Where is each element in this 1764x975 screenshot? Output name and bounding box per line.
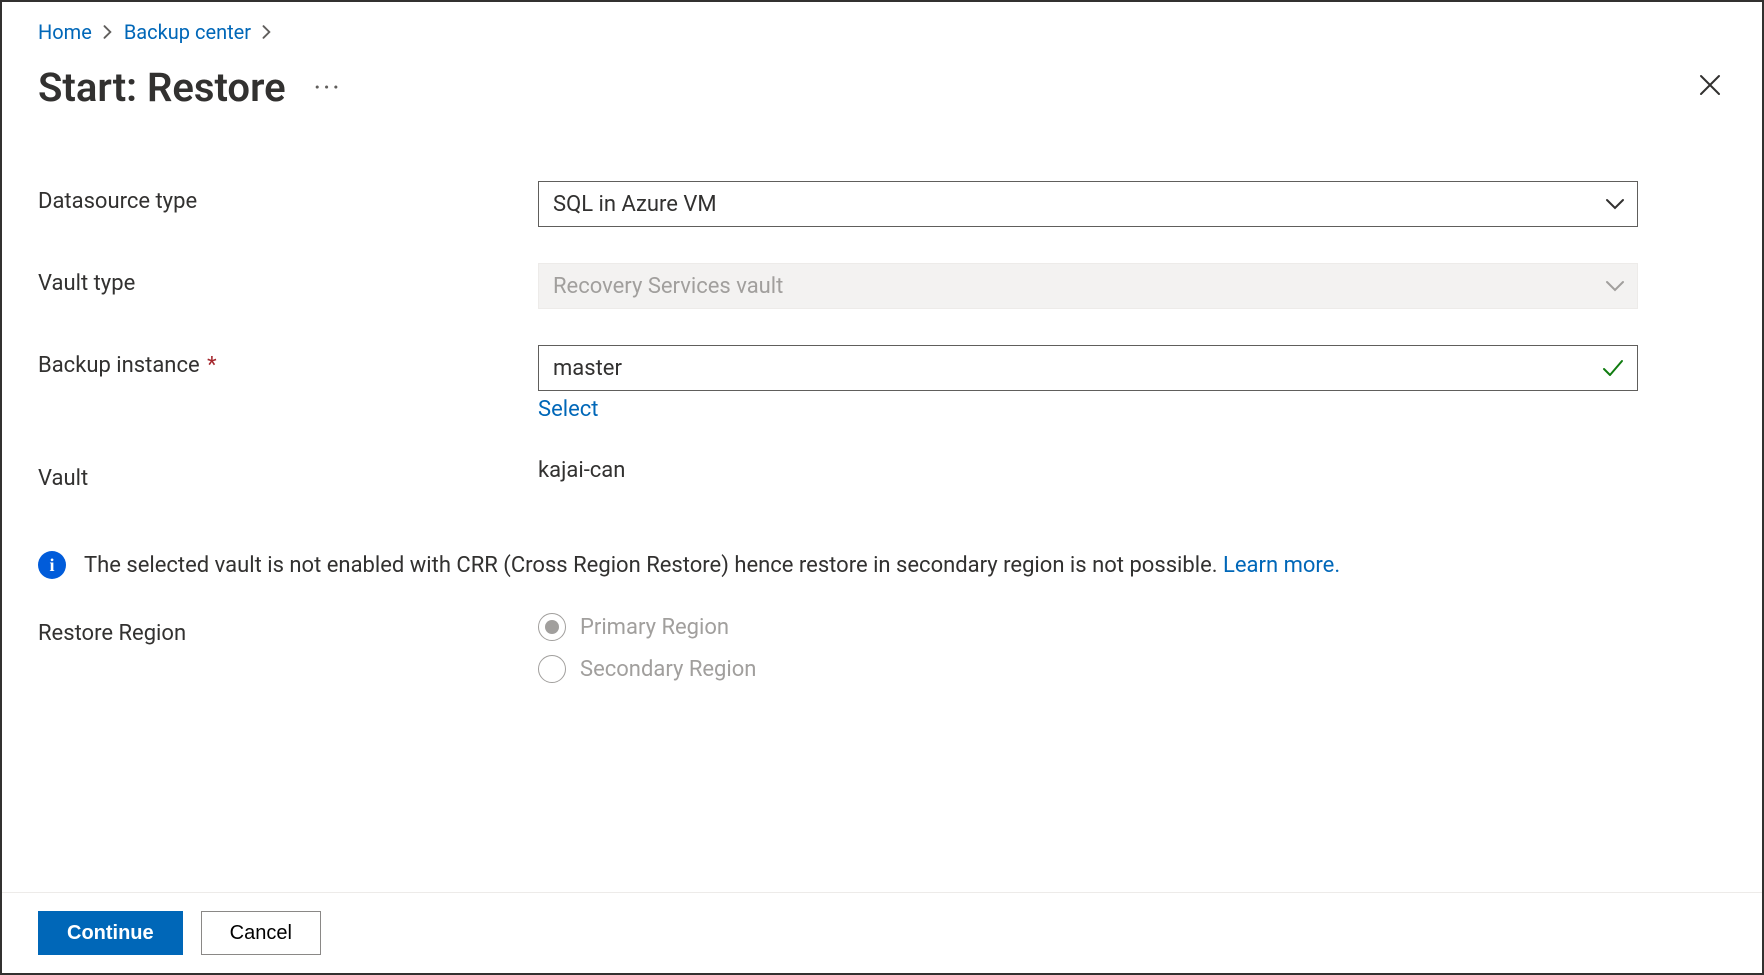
datasource-type-select[interactable]: SQL in Azure VM [538,181,1638,227]
chevron-right-icon [261,25,273,39]
restore-region-radio-group: Primary Region Secondary Region [538,613,1638,683]
datasource-type-label: Datasource type [38,181,538,214]
backup-instance-label: Backup instance [38,353,200,378]
radio-label-primary: Primary Region [580,615,729,640]
backup-instance-value: master [553,356,622,381]
datasource-type-value: SQL in Azure VM [553,192,717,217]
learn-more-link[interactable]: Learn more. [1223,553,1340,578]
chevron-right-icon [102,25,114,39]
backup-instance-input[interactable]: master [538,345,1638,391]
close-icon [1698,73,1722,102]
backup-instance-select-link[interactable]: Select [538,397,1638,422]
info-banner: i The selected vault is not enabled with… [38,551,1726,579]
page-title: Start: Restore [38,64,286,111]
close-button[interactable] [1694,72,1726,104]
info-message: The selected vault is not enabled with C… [84,553,1223,578]
breadcrumb-link-backup-center[interactable]: Backup center [124,20,251,44]
vault-label: Vault [38,458,538,491]
radio-icon [538,655,566,683]
cancel-button[interactable]: Cancel [201,911,321,955]
overflow-menu-button[interactable]: ··· [314,71,342,104]
vault-value: kajai-can [538,458,1638,483]
chevron-down-icon [1605,197,1625,211]
radio-icon [538,613,566,641]
checkmark-icon [1601,356,1625,380]
vault-type-value: Recovery Services vault [553,274,783,299]
restore-region-label: Restore Region [38,613,538,646]
restore-region-radio-secondary: Secondary Region [538,655,1638,683]
chevron-down-icon [1605,279,1625,293]
restore-region-radio-primary: Primary Region [538,613,1638,641]
breadcrumb-link-home[interactable]: Home [38,20,92,44]
required-mark: * [207,353,216,378]
radio-label-secondary: Secondary Region [580,657,756,682]
vault-type-select: Recovery Services vault [538,263,1638,309]
breadcrumb: Home Backup center [38,20,1726,44]
vault-type-label: Vault type [38,263,538,296]
continue-button[interactable]: Continue [38,911,183,955]
info-icon: i [38,551,66,579]
